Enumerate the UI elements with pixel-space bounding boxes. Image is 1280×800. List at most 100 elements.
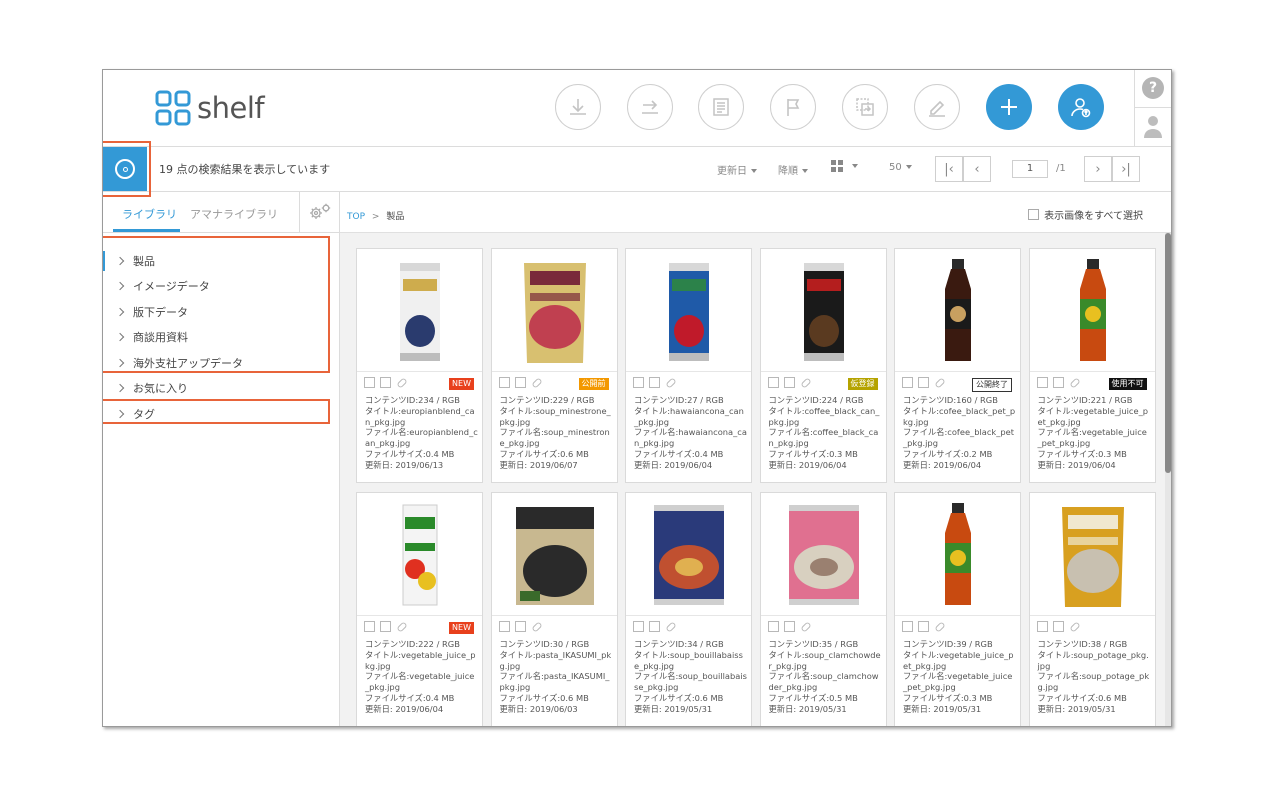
page-input[interactable]: 1 — [1012, 160, 1048, 178]
user-icon[interactable] — [1144, 114, 1162, 138]
sidebar-item-favorites[interactable]: お気に入り — [103, 376, 339, 402]
edit-button[interactable] — [914, 84, 960, 130]
asset-card[interactable]: コンテンツID:38 / RGB タイトル:soup_potage_pkg.jpg… — [1028, 492, 1156, 726]
add-button[interactable] — [986, 84, 1032, 130]
document-button[interactable] — [698, 84, 744, 130]
expand-icon[interactable] — [380, 377, 391, 388]
sidebar-item-image-data[interactable]: イメージデータ — [103, 274, 339, 300]
asset-thumbnail[interactable] — [1029, 493, 1155, 616]
link-icon[interactable] — [665, 377, 676, 388]
asset-thumbnail[interactable] — [760, 493, 886, 616]
asset-thumbnail[interactable] — [491, 249, 617, 372]
link-icon[interactable] — [396, 377, 407, 388]
search-button[interactable] — [103, 147, 147, 191]
asset-card[interactable]: コンテンツID:34 / RGB タイトル:soup_bouillabaisse_… — [625, 492, 752, 726]
expand-icon[interactable] — [649, 621, 660, 632]
download-button[interactable] — [555, 84, 601, 130]
asset-select-checkbox[interactable] — [902, 621, 913, 632]
link-icon[interactable] — [800, 621, 811, 632]
tab-library[interactable]: ライブラリ — [122, 206, 177, 222]
flag-button[interactable] — [770, 84, 816, 130]
expand-icon[interactable] — [380, 621, 391, 632]
expand-icon[interactable] — [1052, 621, 1064, 632]
link-icon[interactable] — [934, 377, 945, 388]
asset-select-checkbox[interactable] — [364, 621, 375, 632]
tab-amana-library[interactable]: アマナライブラリ — [190, 206, 278, 222]
asset-thumbnail[interactable] — [895, 249, 1020, 372]
sidebar-item-print-data[interactable]: 版下データ — [103, 299, 339, 325]
expand-icon[interactable] — [783, 621, 795, 632]
help-icon[interactable]: ? — [1142, 77, 1164, 99]
select-all-checkbox[interactable] — [1028, 209, 1040, 220]
asset-thumbnail[interactable] — [760, 249, 886, 372]
gear-icon — [310, 203, 331, 219]
link-icon[interactable] — [396, 621, 407, 632]
link-icon[interactable] — [934, 621, 945, 632]
sidebar-item-tags[interactable]: タグ — [103, 401, 339, 427]
sort-field-select[interactable]: 更新日 — [717, 162, 757, 177]
expand-icon[interactable] — [918, 377, 929, 388]
prev-page-button[interactable]: ‹ — [963, 156, 991, 182]
next-page-button[interactable]: › — [1084, 156, 1112, 182]
scrollbar-thumb[interactable] — [1165, 233, 1171, 473]
asset-select-checkbox[interactable] — [498, 377, 510, 388]
asset-thumbnail[interactable] — [357, 493, 482, 616]
asset-meta-date: 更新日: 2019/06/04 — [1037, 459, 1116, 470]
asset-select-checkbox[interactable] — [633, 621, 644, 632]
expand-icon[interactable] — [1052, 377, 1064, 388]
expand-icon[interactable] — [514, 621, 526, 632]
asset-select-checkbox[interactable] — [1036, 377, 1048, 388]
view-mode-select[interactable] — [831, 160, 858, 172]
asset-select-checkbox[interactable] — [498, 621, 510, 632]
logo[interactable]: shelf — [155, 88, 265, 128]
settings-button[interactable] — [299, 192, 340, 232]
asset-card[interactable]: 使用不可 コンテンツID:221 / RGB タイトル:vegetable_juic… — [1028, 248, 1156, 483]
per-page-select[interactable]: 50 — [889, 162, 912, 173]
asset-select-checkbox[interactable] — [767, 377, 779, 388]
asset-card[interactable]: コンテンツID:39 / RGB タイトル:vegetable_juice_pet… — [894, 492, 1021, 726]
asset-card[interactable]: NEW コンテンツID:234 / RGB タイトル:europianblend_c… — [356, 248, 483, 483]
asset-card[interactable]: 公開終了 コンテンツID:160 / RGB タイトル:cofee_black_pe… — [894, 248, 1021, 483]
asset-select-checkbox[interactable] — [902, 377, 913, 388]
share-button[interactable] — [627, 84, 673, 130]
asset-card[interactable]: NEW コンテンツID:222 / RGB タイトル:vegetable_juice… — [356, 492, 483, 726]
status-badge: 使用不可 — [1108, 378, 1147, 390]
sidebar-item-sales-materials[interactable]: 商談用資料 — [103, 325, 339, 351]
expand-icon[interactable] — [783, 377, 795, 388]
link-icon[interactable] — [531, 377, 542, 388]
asset-card[interactable]: コンテンツID:27 / RGB タイトル:hawaiancona_can_pkg… — [625, 248, 752, 483]
status-badge: NEW — [449, 622, 474, 634]
asset-select-checkbox[interactable] — [633, 377, 644, 388]
asset-thumbnail[interactable] — [357, 249, 482, 372]
asset-select-checkbox[interactable] — [767, 621, 779, 632]
expand-icon[interactable] — [649, 377, 660, 388]
asset-card[interactable]: 公開前 コンテンツID:229 / RGB タイトル:soup_minestrone… — [490, 248, 618, 483]
breadcrumb-top-link[interactable]: TOP — [347, 212, 365, 222]
last-page-button[interactable]: ›| — [1112, 156, 1140, 182]
asset-card[interactable]: 仮登録 コンテンツID:224 / RGB タイトル:coffee_black_ca… — [759, 248, 887, 483]
asset-thumbnail[interactable] — [626, 249, 751, 372]
sidebar-item-overseas-upload[interactable]: 海外支社アップデータ — [103, 350, 339, 376]
asset-thumbnail[interactable] — [491, 493, 617, 616]
link-icon[interactable] — [1069, 377, 1080, 388]
expand-icon[interactable] — [514, 377, 526, 388]
link-icon[interactable] — [1069, 621, 1080, 632]
link-icon[interactable] — [800, 377, 811, 388]
expand-icon[interactable] — [918, 621, 929, 632]
sort-order-select[interactable]: 降順 — [778, 162, 808, 177]
asset-thumbnail[interactable] — [895, 493, 1020, 616]
asset-card[interactable]: コンテンツID:35 / RGB タイトル:soup_clamchowder_pk… — [759, 492, 887, 726]
select-all-control[interactable]: 表示画像をすべて選択 — [1028, 207, 1143, 222]
link-icon[interactable] — [665, 621, 676, 632]
copy-move-button[interactable] — [842, 84, 888, 130]
link-icon[interactable] — [531, 621, 542, 632]
asset-thumbnail[interactable] — [1029, 249, 1155, 372]
asset-select-checkbox[interactable] — [364, 377, 375, 388]
sidebar-item-products[interactable]: 製品 — [103, 248, 339, 274]
asset-card[interactable]: コンテンツID:30 / RGB タイトル:pasta_IKASUMI_pkg.j… — [490, 492, 618, 726]
upload-user-button[interactable] — [1058, 84, 1104, 130]
first-page-button[interactable]: |‹ — [935, 156, 963, 182]
asset-select-checkbox[interactable] — [1036, 621, 1048, 632]
asset-thumbnail[interactable] — [626, 493, 751, 616]
scrollbar[interactable] — [1165, 233, 1171, 726]
